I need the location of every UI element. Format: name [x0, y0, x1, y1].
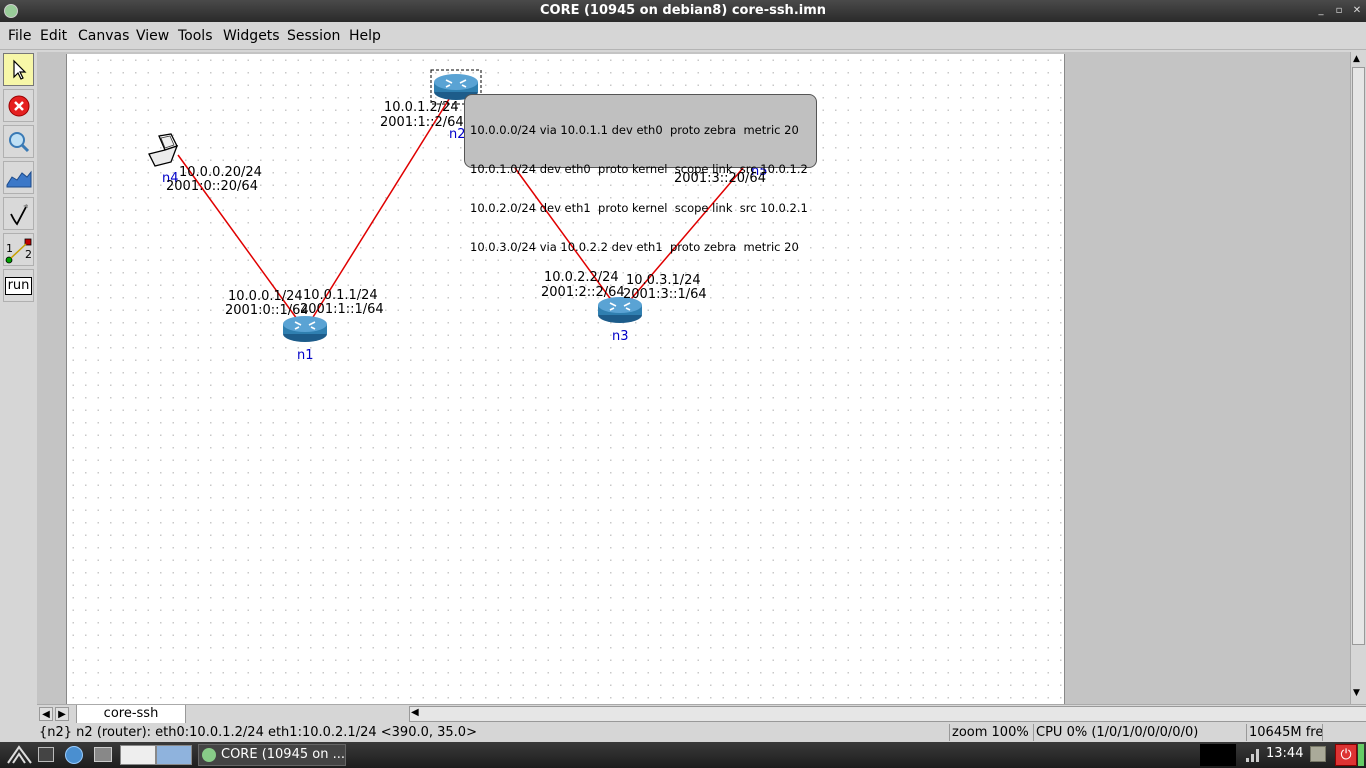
display-icon[interactable] — [1310, 746, 1326, 762]
show-desktop-icon[interactable] — [38, 747, 54, 762]
tab-prev-icon[interactable]: ◀ — [39, 707, 53, 721]
graph-icon — [6, 170, 31, 187]
window-titlebar: CORE (10945 on debian8) core-ssh.imn _ ▫… — [0, 0, 1366, 22]
menu-file[interactable]: File — [8, 28, 31, 44]
workspace-2[interactable] — [156, 745, 192, 765]
status-mem: 10645M fre — [1249, 724, 1323, 741]
link-icon: 1 2 — [5, 238, 32, 263]
addr-n4-ipv4: 10.0.0.20/24 — [179, 165, 262, 180]
run-tool-button[interactable]: run — [3, 269, 34, 302]
node-label-n3[interactable]: n3 — [612, 329, 629, 344]
scroll-up-icon[interactable]: ▲ — [1353, 54, 1360, 64]
node-label-n1[interactable]: n1 — [297, 348, 314, 363]
status-bar: {n2} n2 (router): eth0:10.0.1.2/24 eth1:… — [37, 723, 1366, 742]
taskbar-app-core[interactable]: CORE (10945 on ... — [198, 744, 346, 766]
magnifier-icon — [8, 131, 29, 152]
plot-tool-button[interactable] — [3, 161, 34, 194]
status-cpu: CPU 0% (1/0/1/0/0/0/0/0) — [1034, 724, 1247, 741]
select-arrow-icon — [12, 59, 26, 80]
maximize-button[interactable]: ▫ — [1332, 4, 1346, 18]
addr-n1-eth1-ipv4: 10.0.1.1/24 — [303, 288, 378, 303]
route-line: 10.0.2.0/24 dev eth1 proto kernel scope … — [470, 201, 808, 215]
menu-edit[interactable]: Edit — [40, 28, 67, 44]
route-line: 10.0.1.0/24 dev eth0 proto kernel scope … — [470, 162, 808, 176]
stop-tool-button[interactable] — [3, 89, 34, 122]
browser-icon[interactable] — [65, 746, 83, 764]
router-icon[interactable] — [283, 316, 327, 342]
stop-icon — [8, 95, 29, 116]
route-line: 10.0.3.0/24 via 10.0.2.2 dev eth1 proto … — [470, 240, 799, 254]
window-title: CORE (10945 on debian8) core-ssh.imn — [539, 3, 827, 18]
vertical-scrollbar[interactable]: ▲ ▼ — [1350, 52, 1366, 704]
select-tool-button[interactable] — [3, 53, 34, 86]
addr-n3-eth1-ipv6: 2001:3::1/64 — [623, 287, 707, 302]
desktop-taskbar: CORE (10945 on ... 13:44 ⏻ — [0, 742, 1366, 768]
observer-tool-button[interactable] — [3, 125, 34, 158]
run-label: run — [7, 277, 30, 293]
tool-palette: 1 2 run — [0, 52, 37, 724]
scroll-down-icon[interactable]: ▼ — [1353, 688, 1360, 698]
pen-icon — [9, 203, 28, 226]
network-signal-icon[interactable] — [1245, 747, 1261, 763]
link-tool-button[interactable]: 1 2 — [3, 233, 34, 266]
route-table-tooltip: 10.0.0.0/24 via 10.0.1.1 dev eth0 proto … — [464, 94, 817, 254]
menu-session[interactable]: Session — [287, 28, 340, 44]
power-icon[interactable]: ⏻ — [1335, 744, 1357, 766]
core-app-icon — [202, 748, 216, 762]
status-info: {n2} n2 (router): eth0:10.0.1.2/24 eth1:… — [37, 724, 950, 741]
horizontal-scrollbar[interactable]: ◀ ▶ — [409, 706, 1366, 722]
route-line: 10.0.0.0/24 via 10.0.1.1 dev eth0 proto … — [470, 123, 799, 137]
menu-widgets[interactable]: Widgets — [223, 28, 280, 44]
minimize-button[interactable]: _ — [1314, 4, 1328, 18]
addr-n1-eth0-ipv6: 2001:0::1/64 — [225, 303, 309, 318]
annotate-tool-button[interactable] — [3, 197, 34, 230]
menu-bar: File Edit Canvas View Tools Widgets Sess… — [0, 22, 1366, 50]
addr-n3-eth0-ipv4: 10.0.2.2/24 — [544, 270, 619, 285]
start-menu-icon[interactable] — [5, 743, 35, 767]
addr-n1-eth1-ipv6: 2001:1::1/64 — [300, 302, 384, 317]
tab-core-ssh[interactable]: core-ssh — [76, 705, 186, 724]
menu-canvas[interactable]: Canvas — [78, 28, 129, 44]
run-icon: run — [4, 276, 33, 295]
laptop-icon[interactable] — [148, 133, 179, 167]
addr-n2-ipv6: 2001:1::2/64 — [380, 115, 464, 130]
battery-indicator — [1358, 744, 1364, 766]
vertical-scroll-thumb[interactable] — [1352, 67, 1365, 645]
link-tool-label-2: 2 — [25, 248, 32, 261]
workspace-1[interactable] — [120, 745, 156, 765]
menu-tools[interactable]: Tools — [178, 28, 213, 44]
canvas-tab-bar: ◀ ▶ core-ssh ◀ ▶ — [37, 704, 1366, 724]
clock: 13:44 — [1266, 746, 1304, 761]
scroll-left-icon[interactable]: ◀ — [411, 707, 419, 718]
addr-n3-eth0-ipv6: 2001:2::2/64 — [541, 285, 625, 300]
addr-n4-ipv6: 2001:0::20/64 — [166, 179, 258, 194]
status-zoom: zoom 100% — [950, 724, 1034, 741]
link-tool-label-1: 1 — [6, 242, 13, 255]
menu-help[interactable]: Help — [349, 28, 381, 44]
tab-next-icon[interactable]: ▶ — [55, 707, 69, 721]
close-button[interactable]: ✕ — [1350, 4, 1364, 18]
taskbar-app-label: CORE (10945 on ... — [221, 747, 345, 762]
file-manager-icon[interactable] — [94, 747, 112, 762]
addr-n3-eth1-ipv4: 10.0.3.1/24 — [626, 273, 701, 288]
system-monitor — [1200, 744, 1236, 766]
addr-n2-ipv4: 10.0.1.2/24 — [384, 100, 459, 115]
addr-n1-eth0-ipv4: 10.0.0.1/24 — [228, 289, 303, 304]
menu-view[interactable]: View — [136, 28, 169, 44]
